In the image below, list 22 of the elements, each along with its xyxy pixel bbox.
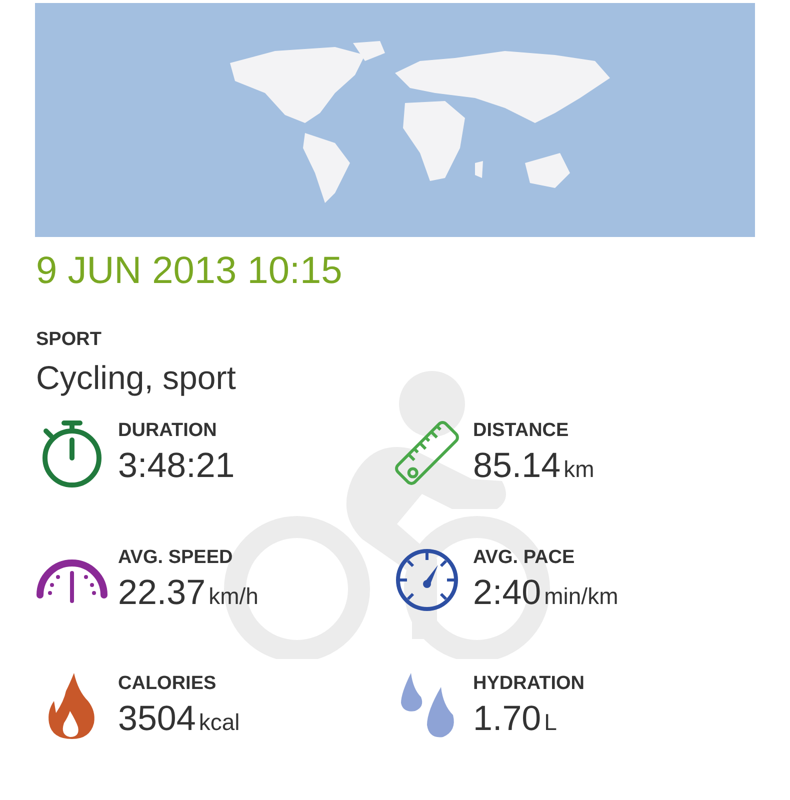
stat-value: 2:40 — [473, 573, 542, 613]
stat-unit: kcal — [198, 709, 240, 736]
stat-label: DURATION — [118, 420, 218, 442]
stat-label: AVG. PACE — [473, 547, 576, 569]
stat-value: 85.14 — [473, 446, 561, 486]
gauge-icon — [394, 547, 460, 613]
stat-value: 3:48:21 — [118, 446, 235, 486]
stat-label: AVG. SPEED — [118, 547, 234, 569]
stopwatch-icon — [40, 418, 104, 488]
sport-value: Cycling, sport — [36, 358, 237, 398]
stat-label: CALORIES — [118, 673, 218, 695]
stat-unit: min/km — [544, 583, 618, 610]
stat-value: 3504 — [118, 699, 196, 739]
stat-unit: km — [564, 456, 594, 483]
stat-unit: km/h — [208, 583, 258, 610]
stat-unit: L — [544, 709, 557, 736]
sport-label: SPORT — [36, 329, 102, 351]
stat-value: 22.37 — [118, 573, 206, 613]
workout-date: 9 JUN 2013 10:15 — [36, 249, 344, 293]
stat-label: DISTANCE — [473, 420, 570, 442]
stat-value: 1.70 — [473, 699, 542, 739]
stat-label: HYDRATION — [473, 673, 585, 695]
